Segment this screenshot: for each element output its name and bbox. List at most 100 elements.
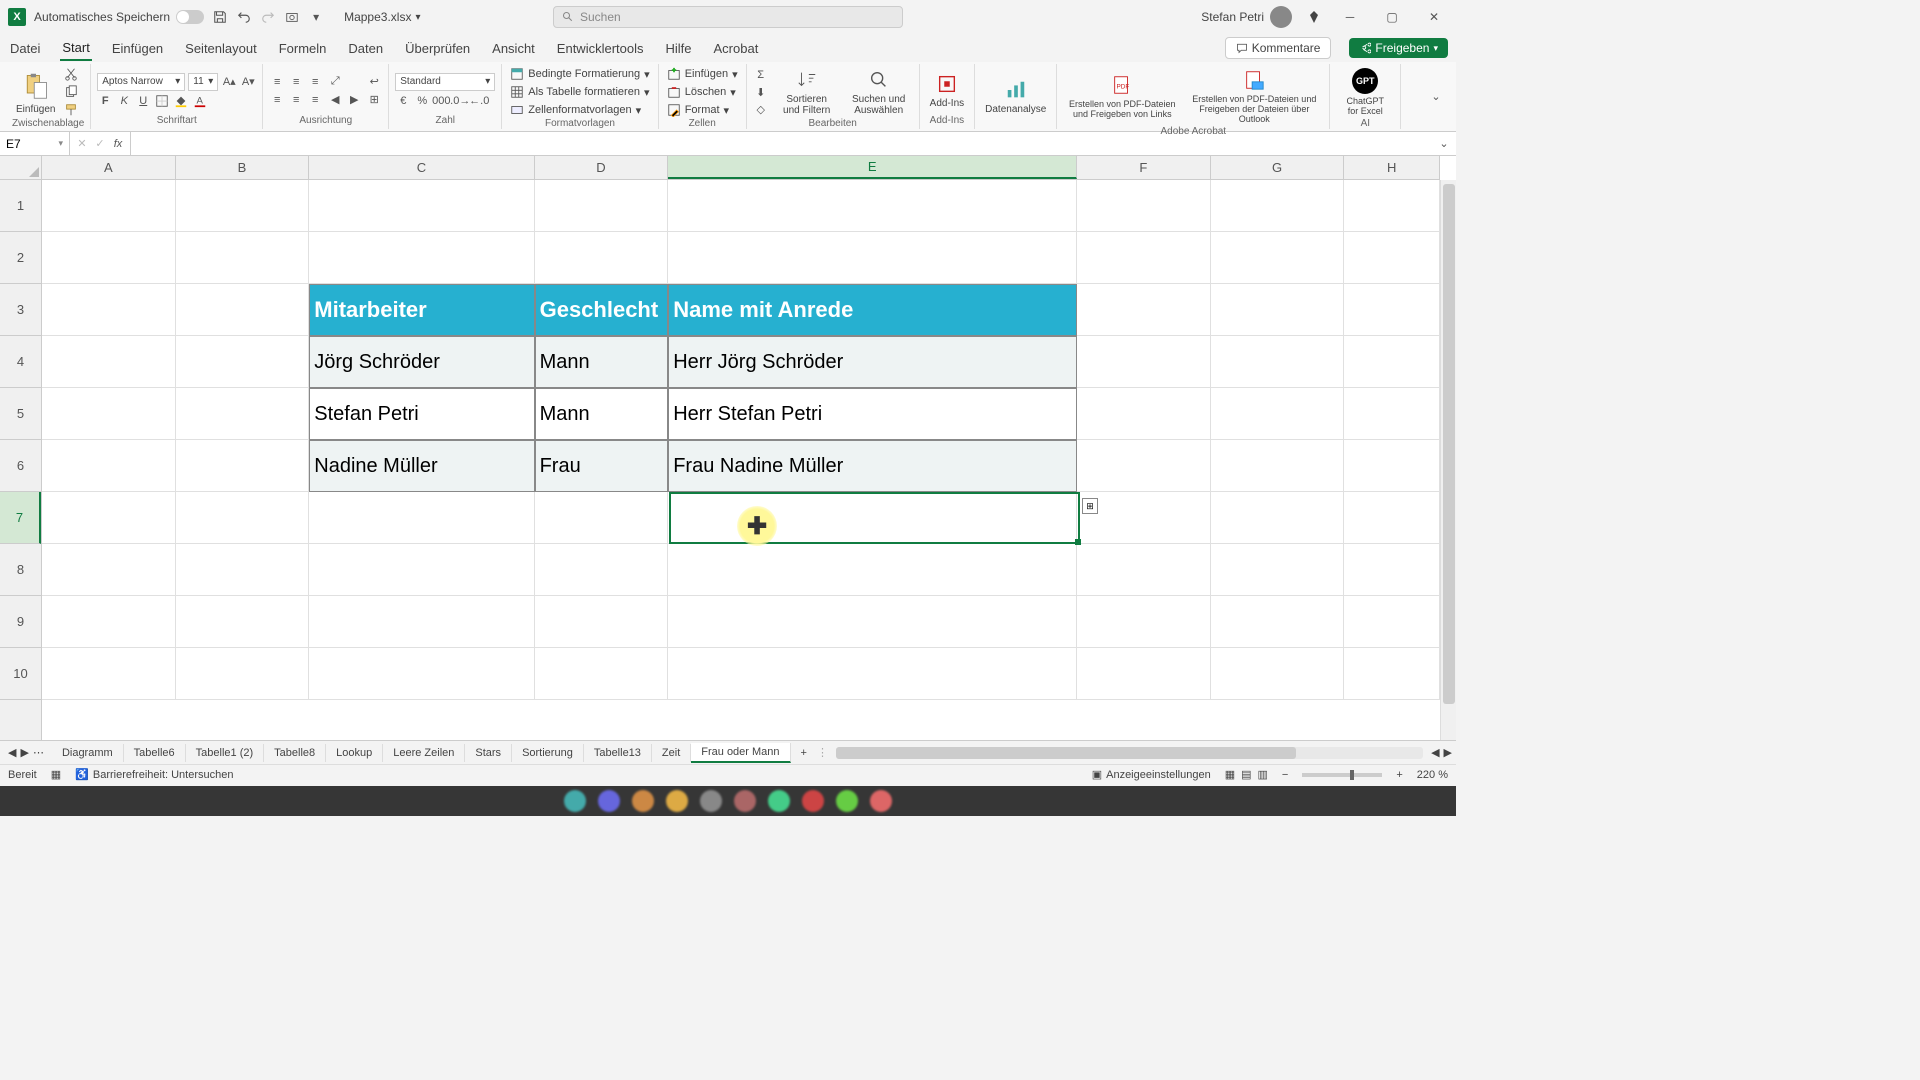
find-select-button[interactable]: Suchen und Auswählen xyxy=(845,66,913,118)
cancel-formula-icon[interactable]: ✕ xyxy=(74,136,90,152)
col-B[interactable]: B xyxy=(176,156,310,179)
sheet-tab[interactable]: Leere Zeilen xyxy=(383,744,465,762)
sheet-tab[interactable]: Diagramm xyxy=(52,744,124,762)
row-headers[interactable]: 1 2 3 4 5 6 7 8 9 10 xyxy=(0,180,42,740)
user-account[interactable]: Stefan Petri xyxy=(1201,6,1292,28)
autofill-options-button[interactable]: ⊞ xyxy=(1082,498,1098,514)
view-pagelayout-icon[interactable]: ▤ xyxy=(1241,768,1251,781)
camera-icon[interactable] xyxy=(284,9,300,25)
autosave-toggle[interactable]: Automatisches Speichern xyxy=(34,10,204,24)
tab-nav-more[interactable]: ⋯ xyxy=(33,746,44,759)
taskbar-icon[interactable] xyxy=(632,790,654,812)
taskbar-icon[interactable] xyxy=(870,790,892,812)
align-bottom-icon[interactable]: ≡ xyxy=(307,74,323,90)
paste-button[interactable]: Einfügen xyxy=(12,68,59,117)
select-all-corner[interactable] xyxy=(0,156,42,180)
wrap-text-icon[interactable]: ↩ xyxy=(366,74,382,90)
grow-font-icon[interactable]: A▴ xyxy=(221,74,237,90)
toggle-switch-icon[interactable] xyxy=(176,10,204,24)
sheet-tab[interactable]: Tabelle1 (2) xyxy=(186,744,264,762)
borders-icon[interactable] xyxy=(154,93,170,109)
taskbar-icon[interactable] xyxy=(666,790,688,812)
save-icon[interactable] xyxy=(212,9,228,25)
zoom-in[interactable]: + xyxy=(1396,769,1402,781)
tab-nav-prev[interactable]: ◀ xyxy=(8,746,16,759)
tab-insert[interactable]: Einfügen xyxy=(110,37,165,60)
cell-E5[interactable]: Herr Stefan Petri xyxy=(668,388,1077,440)
cell-C3[interactable]: Mitarbeiter xyxy=(309,284,534,336)
sheet-tab[interactable]: Lookup xyxy=(326,744,383,762)
minimize-button[interactable]: ─ xyxy=(1336,10,1364,24)
copy-icon[interactable] xyxy=(63,84,79,100)
format-table-button[interactable]: Als Tabelle formatieren▾ xyxy=(508,84,651,100)
addins-button[interactable]: Add-Ins xyxy=(926,70,968,111)
new-sheet-button[interactable]: + xyxy=(791,747,817,759)
sort-filter-button[interactable]: Sortieren und Filtern xyxy=(773,66,841,118)
row-2[interactable]: 2 xyxy=(0,232,41,284)
col-D[interactable]: D xyxy=(535,156,669,179)
expand-formula-icon[interactable]: ⌄ xyxy=(1436,136,1452,152)
sheet-tab[interactable]: Tabelle8 xyxy=(264,744,326,762)
fill-icon[interactable]: ⬇ xyxy=(753,84,769,100)
row-8[interactable]: 8 xyxy=(0,544,41,596)
thousands-icon[interactable]: 000 xyxy=(433,93,449,109)
cell-E3[interactable]: Name mit Anrede xyxy=(668,284,1077,336)
diamond-icon[interactable] xyxy=(1306,9,1322,25)
format-painter-icon[interactable] xyxy=(63,102,79,118)
cell-styles-button[interactable]: Zellenformatvorlagen▾ xyxy=(508,102,651,118)
font-combo[interactable]: Aptos Narrow▾ xyxy=(97,73,185,91)
font-color-icon[interactable]: A xyxy=(192,93,208,109)
clear-icon[interactable]: ◇ xyxy=(753,101,769,117)
sheet-tab[interactable]: Sortierung xyxy=(512,744,584,762)
undo-icon[interactable] xyxy=(236,9,252,25)
maximize-button[interactable]: ▢ xyxy=(1378,10,1406,24)
cut-icon[interactable] xyxy=(63,66,79,82)
currency-icon[interactable]: € xyxy=(395,93,411,109)
align-center-icon[interactable]: ≡ xyxy=(288,92,304,108)
taskbar-icon[interactable] xyxy=(734,790,756,812)
bold-icon[interactable]: F xyxy=(97,93,113,109)
scroll-right[interactable]: ▶ xyxy=(1444,746,1452,759)
tab-review[interactable]: Überprüfen xyxy=(403,37,472,60)
row-3[interactable]: 3 xyxy=(0,284,41,336)
tab-nav-next[interactable]: ▶ xyxy=(20,746,28,759)
collapse-ribbon-icon[interactable]: ⌄ xyxy=(1428,89,1444,105)
underline-icon[interactable]: U xyxy=(135,93,151,109)
col-G[interactable]: G xyxy=(1211,156,1345,179)
tab-view[interactable]: Ansicht xyxy=(490,37,537,60)
zoom-slider[interactable] xyxy=(1302,773,1382,777)
merge-icon[interactable]: ⊞ xyxy=(366,92,382,108)
share-button[interactable]: Freigeben ▾ xyxy=(1349,38,1448,58)
dec-decimal-icon[interactable]: ←.0 xyxy=(471,93,487,109)
col-F[interactable]: F xyxy=(1077,156,1211,179)
pdf-outlook-button[interactable]: Erstellen von PDF-Dateien und Freigeben … xyxy=(1185,66,1323,126)
cell-C6[interactable]: Nadine Müller xyxy=(309,440,534,492)
display-settings[interactable]: ▣Anzeigeeinstellungen xyxy=(1092,768,1211,781)
tab-devtools[interactable]: Entwicklertools xyxy=(555,37,646,60)
taskbar-icon[interactable] xyxy=(700,790,722,812)
fontsize-combo[interactable]: 11▾ xyxy=(188,73,218,91)
search-input[interactable]: Suchen xyxy=(553,6,903,28)
col-H[interactable]: H xyxy=(1344,156,1440,179)
col-E[interactable]: E xyxy=(668,156,1077,179)
cell-E4[interactable]: Herr Jörg Schröder xyxy=(668,336,1077,388)
data-analysis-button[interactable]: Datenanalyse xyxy=(981,76,1050,117)
sheet-tab[interactable]: Zeit xyxy=(652,744,691,762)
insert-cells-button[interactable]: Einfügen▾ xyxy=(665,66,740,82)
fill-color-icon[interactable] xyxy=(173,93,189,109)
view-pagebreak-icon[interactable]: ▥ xyxy=(1258,768,1268,781)
taskbar-icon[interactable] xyxy=(564,790,586,812)
scroll-left[interactable]: ◀ xyxy=(1431,746,1439,759)
scrollbar-thumb[interactable] xyxy=(836,747,1296,759)
spreadsheet-grid[interactable]: A B C D E F G H 1 2 3 4 5 6 7 8 9 10 Mit… xyxy=(0,156,1456,740)
decrease-indent-icon[interactable]: ◀ xyxy=(327,92,343,108)
macro-icon[interactable]: ▦ xyxy=(51,768,61,781)
increase-indent-icon[interactable]: ▶ xyxy=(346,92,362,108)
scrollbar-thumb[interactable] xyxy=(1443,184,1455,704)
orientation-icon[interactable]: ⤢ xyxy=(327,74,343,90)
chatgpt-button[interactable]: GPT ChatGPT for Excel xyxy=(1336,66,1394,118)
row-9[interactable]: 9 xyxy=(0,596,41,648)
cell-D3[interactable]: Geschlecht xyxy=(535,284,669,336)
align-middle-icon[interactable]: ≡ xyxy=(288,74,304,90)
row-7[interactable]: 7 xyxy=(0,492,41,544)
